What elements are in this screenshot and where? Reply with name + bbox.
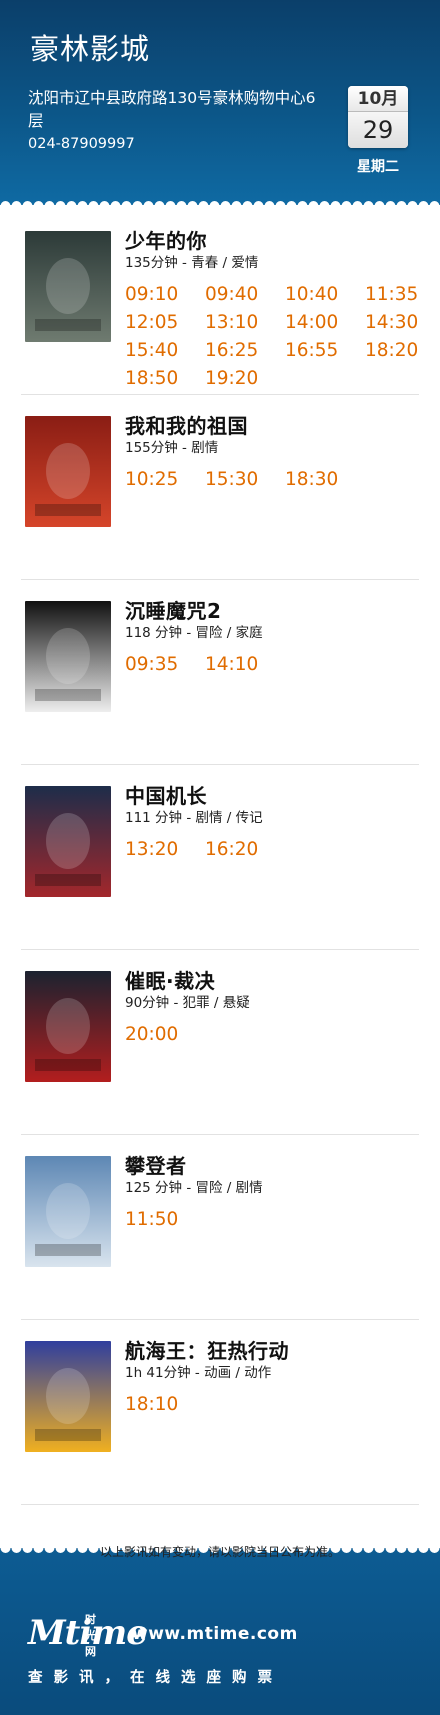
showtime[interactable]: 10:25	[125, 467, 205, 493]
mtime-logo-cn: 时光网	[85, 1613, 96, 1658]
showtime[interactable]: 18:10	[125, 1392, 205, 1418]
movie-meta: 90分钟 - 犯罪 / 悬疑	[125, 995, 250, 1011]
showtimes-page: 豪林影城 沈阳市辽中县政府路130号豪林购物中心6层 024-87909997 …	[0, 0, 440, 1715]
mtime-slogan: 查影讯，在线选座购票	[28, 1670, 283, 1686]
movie-list: 少年的你 135分钟 - 青春 / 爱情 09:10 09:40 10:40 11:35 1…	[0, 210, 440, 1505]
date-day: 29	[348, 112, 408, 148]
movie-title[interactable]: 攀登者	[125, 1153, 425, 1179]
movie-info: 我和我的祖国 155分钟 - 剧情 10:25 15:30 18:30	[125, 413, 425, 493]
showtime-grid: 09:10 09:40 10:40 11:35 12:05 13:10 14:00 14:30…	[125, 282, 425, 392]
movie-item[interactable]: 沉睡魔咒2 118 分钟 - 冒险 / 家庭 09:35 14:10	[21, 580, 419, 765]
showtime[interactable]: 20:00	[125, 1022, 205, 1048]
showtime[interactable]: 16:55	[285, 338, 365, 364]
showtime[interactable]: 12:05	[125, 310, 205, 336]
showtime[interactable]: 14:10	[205, 652, 285, 678]
showtime-grid: 13:20 16:20	[125, 837, 425, 863]
showtime[interactable]: 19:20	[205, 366, 285, 392]
showtime[interactable]: 14:00	[285, 310, 365, 336]
showtime-grid: 11:50	[125, 1207, 425, 1233]
movie-info: 沉睡魔咒2 118 分钟 - 冒险 / 家庭 09:35 14:10	[125, 598, 425, 678]
showtime[interactable]: 09:10	[125, 282, 205, 308]
showtime[interactable]: 11:50	[125, 1207, 205, 1233]
showtime-grid: 20:00	[125, 1022, 425, 1048]
movie-item[interactable]: 航海王：狂热行动 1h 41分钟 - 动画 / 动作 18:10	[21, 1320, 419, 1505]
movie-title[interactable]: 沉睡魔咒2	[125, 598, 425, 624]
scalloped-edge	[0, 194, 440, 206]
showtime[interactable]: 14:30	[365, 310, 435, 336]
cinema-phone: 024-87909997	[28, 136, 135, 152]
showtime[interactable]: 16:20	[205, 837, 285, 863]
showtime[interactable]: 10:40	[285, 282, 365, 308]
showtime-grid: 09:35 14:10	[125, 652, 425, 678]
movie-poster[interactable]	[25, 1341, 111, 1452]
movie-item[interactable]: 攀登者 125 分钟 - 冒险 / 剧情 11:50	[21, 1135, 419, 1320]
movie-poster[interactable]	[25, 601, 111, 712]
movie-info: 催眠·裁决 90分钟 - 犯罪 / 悬疑 20:00	[125, 968, 425, 1048]
mtime-url[interactable]: www.mtime.com	[132, 1624, 298, 1644]
cinema-name: 豪林影城	[30, 32, 151, 66]
movie-item[interactable]: 催眠·裁决 90分钟 - 犯罪 / 悬疑 20:00	[21, 950, 419, 1135]
movie-info: 航海王：狂热行动 1h 41分钟 - 动画 / 动作 18:10	[125, 1338, 425, 1418]
movie-title[interactable]: 中国机长	[125, 783, 425, 809]
date-weekday: 星期二	[357, 159, 399, 175]
showtime[interactable]: 11:35	[365, 282, 435, 308]
movie-poster[interactable]	[25, 786, 111, 897]
showtime[interactable]: 18:30	[285, 467, 365, 493]
calendar-date: 10月 29	[348, 86, 408, 148]
disclaimer-note: 以上影讯如有变动，请以影院当日公布为准。	[99, 1545, 340, 1559]
showtime[interactable]: 09:40	[205, 282, 285, 308]
movie-meta: 155分钟 - 剧情	[125, 440, 219, 456]
showtime[interactable]: 13:20	[125, 837, 205, 863]
showtime[interactable]: 15:40	[125, 338, 205, 364]
showtime[interactable]: 13:10	[205, 310, 285, 336]
movie-title[interactable]: 航海王：狂热行动	[125, 1338, 425, 1364]
date-month: 10月	[348, 86, 408, 112]
showtime[interactable]: 09:35	[125, 652, 205, 678]
movie-poster[interactable]	[25, 1156, 111, 1267]
movie-title[interactable]: 少年的你	[125, 228, 425, 254]
movie-info: 中国机长 111 分钟 - 剧情 / 传记 13:20 16:20	[125, 783, 425, 863]
movie-meta: 125 分钟 - 冒险 / 剧情	[125, 1180, 263, 1196]
showtime-grid: 10:25 15:30 18:30	[125, 467, 425, 493]
showtime[interactable]: 18:20	[365, 338, 435, 364]
movie-meta: 118 分钟 - 冒险 / 家庭	[125, 625, 263, 641]
showtime-grid: 18:10	[125, 1392, 425, 1418]
movie-info: 少年的你 135分钟 - 青春 / 爱情 09:10 09:40 10:40 11:35 1…	[125, 228, 425, 392]
mtime-footer: Mtime 时光网 www.mtime.com 查影讯，在线选座购票	[0, 1548, 440, 1715]
movie-poster[interactable]	[25, 231, 111, 342]
movie-item[interactable]: 我和我的祖国 155分钟 - 剧情 10:25 15:30 18:30	[21, 395, 419, 580]
movie-info: 攀登者 125 分钟 - 冒险 / 剧情 11:50	[125, 1153, 425, 1233]
movie-title[interactable]: 我和我的祖国	[125, 413, 425, 439]
showtime[interactable]: 16:25	[205, 338, 285, 364]
movie-title[interactable]: 催眠·裁决	[125, 968, 425, 994]
movie-meta: 1h 41分钟 - 动画 / 动作	[125, 1365, 272, 1381]
movie-meta: 111 分钟 - 剧情 / 传记	[125, 810, 263, 826]
movie-meta: 135分钟 - 青春 / 爱情	[125, 255, 259, 271]
movie-item[interactable]: 少年的你 135分钟 - 青春 / 爱情 09:10 09:40 10:40 11:35 1…	[21, 210, 419, 395]
showtime[interactable]: 15:30	[205, 467, 285, 493]
showtime[interactable]: 18:50	[125, 366, 205, 392]
cinema-address: 沈阳市辽中县政府路130号豪林购物中心6层	[28, 89, 316, 130]
movie-item[interactable]: 中国机长 111 分钟 - 剧情 / 传记 13:20 16:20	[21, 765, 419, 950]
cinema-header: 豪林影城 沈阳市辽中县政府路130号豪林购物中心6层 024-87909997 …	[0, 0, 440, 206]
movie-poster[interactable]	[25, 416, 111, 527]
movie-poster[interactable]	[25, 971, 111, 1082]
